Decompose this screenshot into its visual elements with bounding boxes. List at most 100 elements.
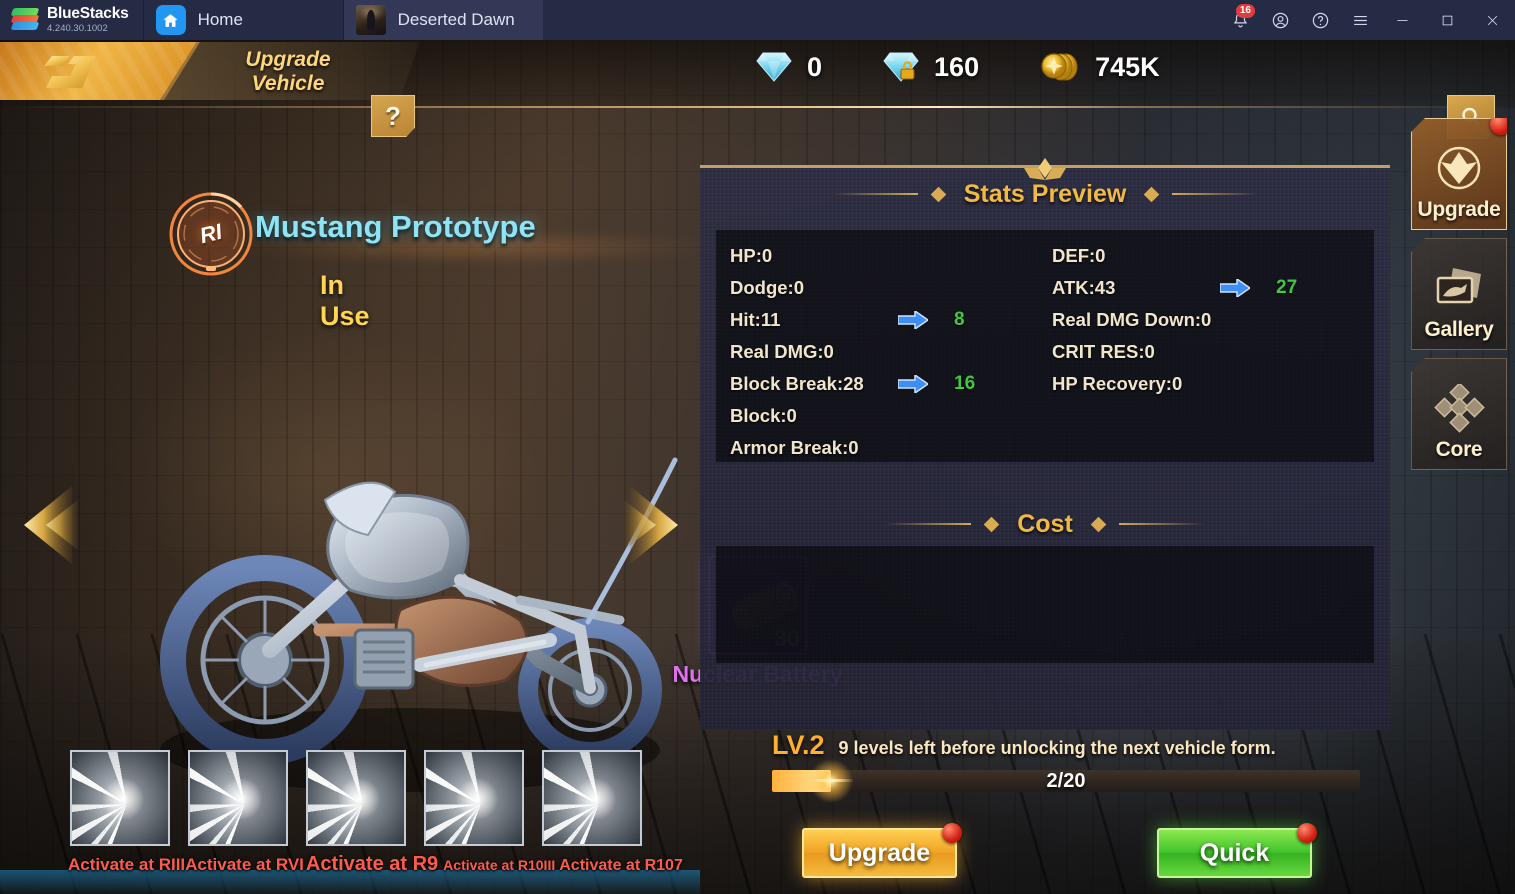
notification-badge: 16 xyxy=(1235,4,1255,18)
bluestacks-titlebar: BlueStacks 4.240.30.1002 Home Deserted D… xyxy=(0,0,1515,40)
quick-button-label: Quick xyxy=(1199,838,1270,867)
currency-bar: 0 160 745K xyxy=(755,50,1160,84)
skill-thumbnail[interactable] xyxy=(70,750,170,846)
skill-thumbnail-list xyxy=(70,750,642,846)
sidebar-item-core[interactable]: Core xyxy=(1411,358,1507,470)
maximize-button[interactable] xyxy=(1425,0,1470,40)
page-title: Upgrade Vehicle xyxy=(228,48,348,95)
sidebar-item-gallery[interactable]: Gallery xyxy=(1411,238,1507,350)
skill-label: Activate at RVI xyxy=(185,855,304,874)
skill-label: Activate at RIII xyxy=(68,855,186,874)
skill-thumbnail[interactable] xyxy=(188,750,288,846)
stat-new-value: 27 xyxy=(1276,277,1298,298)
account-button[interactable] xyxy=(1260,0,1300,40)
cost-title-row: Cost xyxy=(716,498,1374,550)
panel-crown-ornament xyxy=(1000,156,1090,182)
notifications-button[interactable]: 16 xyxy=(1220,0,1260,40)
stats-panel: Stats Preview HP:0 Dodge:0 Hit:11 8 Real… xyxy=(700,158,1390,730)
vehicle-model xyxy=(120,330,700,810)
stats-left-column: HP:0 Dodge:0 Hit:11 8 Real DMG:0 Block B… xyxy=(730,240,1052,464)
tab-home-label: Home xyxy=(197,10,243,29)
sidebar-item-core-label: Core xyxy=(1435,438,1483,461)
menu-button[interactable] xyxy=(1340,0,1380,40)
stat-row: ATK:43 27 xyxy=(1052,272,1374,304)
help-button[interactable] xyxy=(1300,0,1340,40)
skill-label: Activate at R10III xyxy=(443,857,556,873)
tab-deserted-dawn-label: Deserted Dawn xyxy=(397,10,515,29)
currency-gold[interactable]: 745K xyxy=(1039,50,1160,84)
cost-title: Cost xyxy=(1017,509,1073,538)
stat-row: Block:0 xyxy=(730,400,1052,432)
vehicle-emblem-icon xyxy=(38,54,100,90)
quick-button-dot xyxy=(1297,823,1317,843)
vehicle-name: Mustang Prototype xyxy=(255,209,536,244)
locked-gem-icon xyxy=(882,50,920,84)
stats-list: HP:0 Dodge:0 Hit:11 8 Real DMG:0 Block B… xyxy=(716,230,1374,462)
side-nav: Upgrade Gallery Core xyxy=(1411,118,1507,470)
sidebar-item-upgrade-label: Upgrade xyxy=(1417,198,1501,221)
stat-label: Block Break:28 xyxy=(730,373,864,394)
currency-locked-gem-value: 160 xyxy=(934,51,980,82)
core-diamonds-icon xyxy=(1431,384,1487,436)
tab-home[interactable]: Home xyxy=(142,0,343,40)
previous-vehicle-arrow[interactable] xyxy=(12,480,82,570)
bluestacks-brand: BlueStacks 4.240.30.1002 xyxy=(0,0,143,40)
page-title-line1: Upgrade xyxy=(245,48,331,71)
stat-change-arrow-icon xyxy=(897,309,930,331)
stat-row: Real DMG:0 xyxy=(730,336,1052,368)
sidebar-item-upgrade[interactable]: Upgrade xyxy=(1411,118,1507,230)
stat-row: Real DMG Down:0 xyxy=(1052,304,1374,336)
quick-button[interactable]: Quick xyxy=(1157,823,1317,878)
stats-panel-title: Stats Preview xyxy=(963,179,1127,208)
skill-activation-labels: Activate at RIII Activate at RVI Activat… xyxy=(68,853,683,876)
close-button[interactable] xyxy=(1470,0,1515,40)
stats-right-column: DEF:0 ATK:43 27 Real DMG Down:0 CRIT RES… xyxy=(1052,240,1374,464)
stat-change-arrow-icon xyxy=(1219,277,1252,299)
currency-gold-value: 745K xyxy=(1095,51,1160,82)
level-progress-section: LV.2 9 levels left before unlocking the … xyxy=(772,730,1372,804)
next-vehicle-arrow[interactable] xyxy=(620,480,690,570)
gallery-cards-icon xyxy=(1431,264,1487,316)
stat-label: Armor Break:0 xyxy=(730,437,859,458)
stat-new-value: 16 xyxy=(954,373,976,394)
stat-change-arrow-icon xyxy=(897,373,930,395)
home-icon xyxy=(155,5,186,35)
currency-gem[interactable]: 0 xyxy=(755,50,822,84)
upgrade-chevron-icon xyxy=(1431,144,1487,196)
currency-gem-value: 0 xyxy=(807,51,823,82)
stat-row: HP Recovery:0 xyxy=(1052,368,1374,400)
cost-ornament-left xyxy=(885,518,1003,530)
stat-row: Armor Break:0 xyxy=(730,432,1052,464)
skill-label: Activate at R107 xyxy=(559,857,683,874)
bluestacks-brand-name: BlueStacks xyxy=(47,5,129,23)
game-viewport: Upgrade Vehicle 0 160 745K ? RI Mustang … xyxy=(0,40,1515,894)
level-row: LV.2 9 levels left before unlocking the … xyxy=(772,730,1372,761)
skill-thumbnail[interactable] xyxy=(306,750,406,846)
stat-label: Block:0 xyxy=(730,405,797,426)
currency-locked-gem[interactable]: 160 xyxy=(882,50,979,84)
sidebar-item-gallery-label: Gallery xyxy=(1424,318,1494,341)
titlebar-system-buttons: 16 xyxy=(1220,0,1515,40)
stat-row: CRIT RES:0 xyxy=(1052,336,1374,368)
cost-ornament-right xyxy=(1087,518,1205,530)
stat-row: DEF:0 xyxy=(1052,240,1374,272)
upgrade-button-dot xyxy=(942,823,962,843)
stat-label: HP:0 xyxy=(730,245,773,266)
skill-thumbnail[interactable] xyxy=(542,750,642,846)
game-header: Upgrade Vehicle 0 160 745K xyxy=(0,40,1515,108)
minimize-button[interactable] xyxy=(1380,0,1425,40)
stat-label: HP Recovery:0 xyxy=(1052,373,1183,394)
skill-label: Activate at R9 xyxy=(305,853,439,875)
stat-label: Dodge:0 xyxy=(730,277,804,298)
vehicle-state: In Use xyxy=(320,270,370,331)
stat-label: CRIT RES:0 xyxy=(1052,341,1155,362)
skill-thumbnail[interactable] xyxy=(424,750,524,846)
upgrade-button[interactable]: Upgrade xyxy=(802,823,962,878)
game-thumbnail-icon xyxy=(355,5,386,35)
stat-new-value: 8 xyxy=(954,309,965,330)
level-message: 9 levels left before unlocking the next … xyxy=(838,738,1276,758)
level-progress-text: 2/20 xyxy=(1046,769,1086,792)
page-title-line2: Vehicle xyxy=(251,71,325,95)
help-icon-button[interactable]: ? xyxy=(371,95,415,137)
tab-deserted-dawn[interactable]: Deserted Dawn xyxy=(342,0,543,40)
